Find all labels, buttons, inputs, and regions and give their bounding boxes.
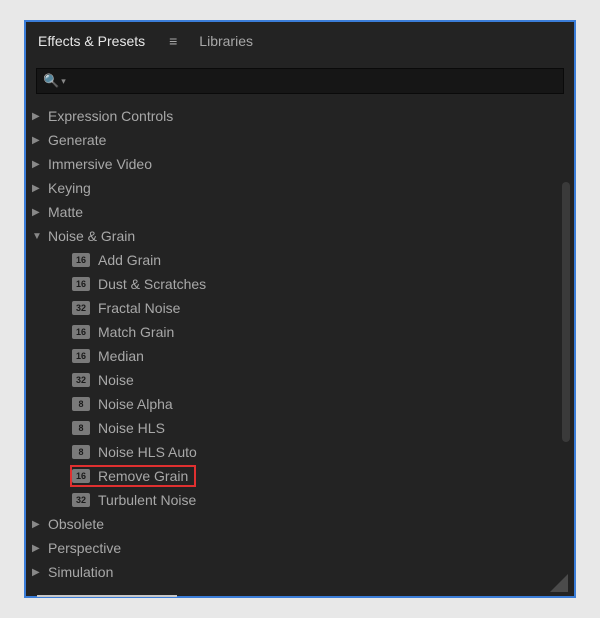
chevron-right-icon: [32, 135, 46, 146]
bit-depth-badge: 16: [72, 349, 90, 363]
bit-depth-badge: 32: [72, 373, 90, 387]
active-tab-underline: [37, 595, 177, 597]
bit-depth-badge: 16: [72, 253, 90, 267]
search-box[interactable]: 🔍 ▾: [36, 68, 564, 94]
tabs-row: Effects & Presets ≡ Libraries: [26, 22, 574, 60]
effects-presets-panel: Effects & Presets ≡ Libraries 🔍 ▾ Expres…: [24, 20, 576, 598]
bit-depth-badge: 32: [72, 493, 90, 507]
category-noise-grain[interactable]: Noise & Grain: [26, 224, 574, 248]
category-perspective[interactable]: Perspective: [26, 536, 574, 560]
category-label: Simulation: [48, 564, 113, 580]
category-matte[interactable]: Matte: [26, 200, 574, 224]
chevron-right-icon: [32, 183, 46, 194]
bit-depth-badge: 16: [72, 469, 90, 483]
category-label: Noise & Grain: [48, 228, 135, 244]
tab-libraries[interactable]: Libraries: [199, 25, 253, 57]
bit-depth-badge: 16: [72, 325, 90, 339]
effect-label: Remove Grain: [98, 468, 188, 484]
effect-label: Noise Alpha: [98, 396, 173, 412]
category-immersive-video[interactable]: Immersive Video: [26, 152, 574, 176]
highlight-annotation: 16 Remove Grain: [70, 465, 196, 487]
scrollbar-thumb[interactable]: [562, 182, 570, 442]
category-expression-controls[interactable]: Expression Controls: [26, 104, 574, 128]
effect-noise[interactable]: 32 Noise: [26, 368, 574, 392]
panel-menu-icon[interactable]: ≡: [169, 33, 175, 49]
category-simulation[interactable]: Simulation: [26, 560, 574, 584]
bit-depth-badge: 8: [72, 421, 90, 435]
category-label: Immersive Video: [48, 156, 152, 172]
category-obsolete[interactable]: Obsolete: [26, 512, 574, 536]
category-label: Obsolete: [48, 516, 104, 532]
category-label: Expression Controls: [48, 108, 173, 124]
effects-tree: Expression Controls Generate Immersive V…: [26, 100, 574, 584]
effect-label: Dust & Scratches: [98, 276, 206, 292]
search-input[interactable]: [70, 74, 557, 89]
effect-label: Noise HLS: [98, 420, 165, 436]
effect-label: Noise: [98, 372, 134, 388]
effect-remove-grain[interactable]: 16 Remove Grain: [26, 464, 574, 488]
chevron-right-icon: [32, 111, 46, 122]
effect-noise-alpha[interactable]: 8 Noise Alpha: [26, 392, 574, 416]
effect-label: Turbulent Noise: [98, 492, 196, 508]
effect-noise-hls-auto[interactable]: 8 Noise HLS Auto: [26, 440, 574, 464]
tab-effects-presets[interactable]: Effects & Presets: [38, 25, 145, 57]
category-label: Generate: [48, 132, 106, 148]
effect-median[interactable]: 16 Median: [26, 344, 574, 368]
effect-fractal-noise[interactable]: 32 Fractal Noise: [26, 296, 574, 320]
chevron-right-icon: [32, 543, 46, 554]
effect-add-grain[interactable]: 16 Add Grain: [26, 248, 574, 272]
effect-label: Add Grain: [98, 252, 161, 268]
chevron-right-icon: [32, 567, 46, 578]
category-label: Perspective: [48, 540, 121, 556]
search-row: 🔍 ▾: [36, 68, 564, 94]
chevron-right-icon: [32, 519, 46, 530]
effect-label: Noise HLS Auto: [98, 444, 197, 460]
effect-label: Match Grain: [98, 324, 174, 340]
category-label: Matte: [48, 204, 83, 220]
bit-depth-badge: 32: [72, 301, 90, 315]
effect-turbulent-noise[interactable]: 32 Turbulent Noise: [26, 488, 574, 512]
bit-depth-badge: 8: [72, 397, 90, 411]
category-generate[interactable]: Generate: [26, 128, 574, 152]
search-icon: 🔍: [43, 73, 59, 89]
chevron-right-icon: [32, 207, 46, 218]
effect-dust-scratches[interactable]: 16 Dust & Scratches: [26, 272, 574, 296]
effect-noise-hls[interactable]: 8 Noise HLS: [26, 416, 574, 440]
search-dropdown-icon[interactable]: ▾: [61, 76, 66, 87]
effect-match-grain[interactable]: 16 Match Grain: [26, 320, 574, 344]
effect-label: Median: [98, 348, 144, 364]
category-label: Keying: [48, 180, 91, 196]
chevron-down-icon: [32, 231, 46, 242]
bit-depth-badge: 16: [72, 277, 90, 291]
chevron-right-icon: [32, 159, 46, 170]
category-keying[interactable]: Keying: [26, 176, 574, 200]
bit-depth-badge: 8: [72, 445, 90, 459]
effect-label: Fractal Noise: [98, 300, 180, 316]
